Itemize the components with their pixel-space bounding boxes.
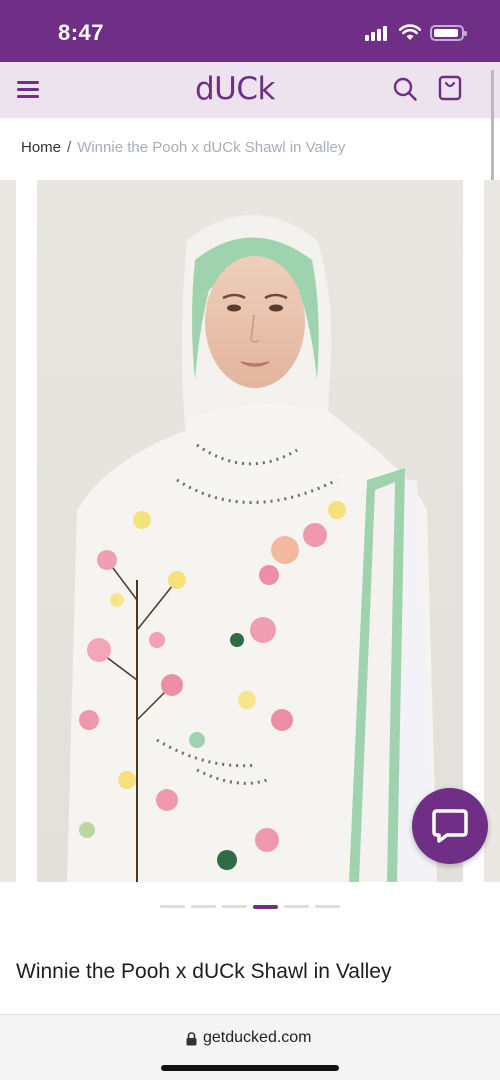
status-time: 8:47 xyxy=(58,20,105,45)
search-icon[interactable] xyxy=(392,76,418,102)
lock-icon xyxy=(186,1032,197,1046)
status-bar: 8:47 xyxy=(0,0,500,62)
url-text: getducked.com xyxy=(203,1029,312,1046)
wifi-icon xyxy=(399,24,421,40)
product-title: Winnie the Pooh x dUCk Shawl in Valley xyxy=(16,960,392,983)
pagination-dot[interactable] xyxy=(222,905,247,908)
home-indicator[interactable] xyxy=(161,1065,339,1071)
product-gallery[interactable] xyxy=(0,180,500,882)
pagination-dot[interactable] xyxy=(284,905,309,908)
breadcrumb-separator: / xyxy=(67,139,72,156)
brand-logo[interactable]: dUCk xyxy=(195,71,275,107)
gallery-pagination xyxy=(160,905,340,909)
previous-slide-peek[interactable] xyxy=(0,180,16,882)
pagination-dot[interactable] xyxy=(160,905,185,908)
breadcrumb-current: Winnie the Pooh x dUCk Shawl in Valley xyxy=(77,139,346,156)
next-slide-peek[interactable] xyxy=(484,180,500,882)
breadcrumb-home-link[interactable]: Home xyxy=(21,139,61,156)
browser-address-bar[interactable]: getducked.com xyxy=(0,1014,500,1080)
menu-icon[interactable] xyxy=(17,79,41,99)
cellular-signal-icon xyxy=(365,25,391,41)
pagination-dot-active[interactable] xyxy=(253,905,278,909)
pagination-dot[interactable] xyxy=(315,905,340,908)
chat-icon xyxy=(432,809,468,843)
site-header: dUCk xyxy=(0,62,500,118)
product-image[interactable] xyxy=(37,180,463,882)
chat-button[interactable] xyxy=(412,788,488,864)
battery-icon xyxy=(430,25,467,41)
pagination-dot[interactable] xyxy=(191,905,216,908)
breadcrumb: Home / Winnie the Pooh x dUCk Shawl in Val… xyxy=(21,139,345,156)
shopping-bag-icon[interactable] xyxy=(437,74,463,102)
